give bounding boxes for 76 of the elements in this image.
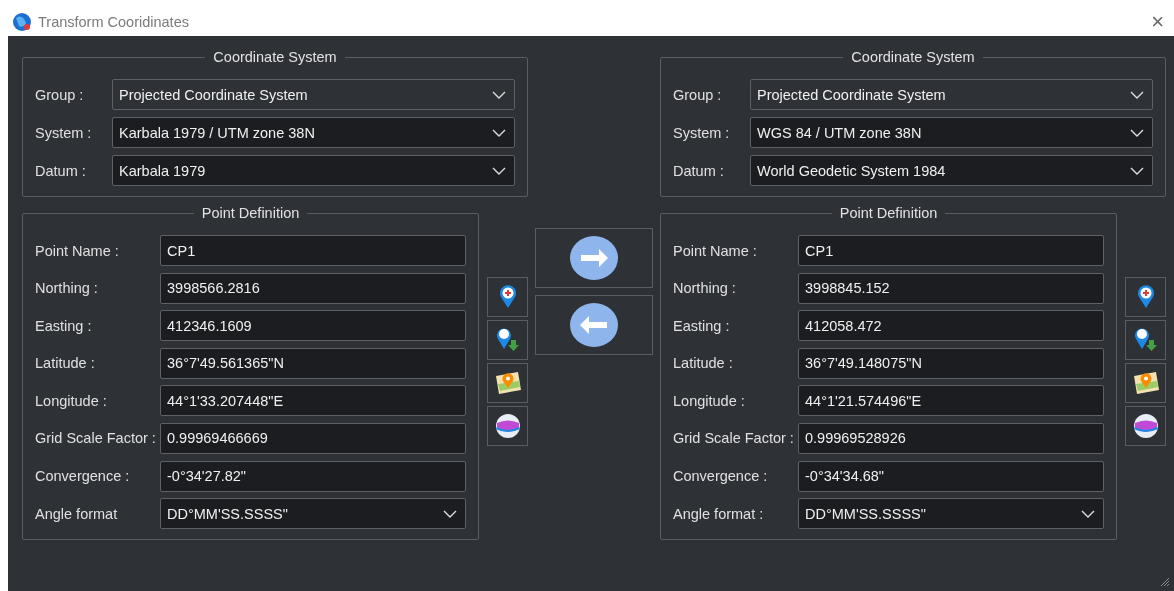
pin-plus-icon [498,285,517,309]
globe-button[interactable] [1125,406,1166,446]
field-label: Latitude : [35,355,96,372]
dropdown[interactable]: WGS 84 / UTM zone 38N [750,117,1153,148]
dropdown[interactable]: Karbala 1979 [112,155,515,186]
input-field[interactable]: 412058.472 [798,310,1104,342]
field-label: Group : [673,86,723,103]
field-label: Easting : [673,317,731,334]
map-button[interactable] [1125,363,1166,403]
field-label: Angle format : [673,505,765,522]
field-label: Group : [35,86,85,103]
map-pin-icon [493,370,522,396]
field-label: Convergence : [673,468,769,485]
input-field[interactable]: CP1 [798,235,1104,266]
dropdown[interactable]: World Geodetic System 1984 [750,155,1153,186]
field-label: Longitude : [35,392,108,409]
import-point-button[interactable] [487,320,528,360]
resize-grip-icon[interactable] [1160,577,1170,587]
dropdown[interactable]: DD°MM'SS.SSSS" [798,498,1104,530]
field-label: Northing : [35,280,99,297]
chevron-down-icon [1130,166,1144,175]
dropdown[interactable]: Karbala 1979 / UTM zone 38N [112,117,515,148]
field-label: Convergence : [35,468,131,485]
field-label: System : [673,124,731,141]
transform-left-button[interactable] [535,295,653,355]
field-label: Grid Scale Factor : [35,430,157,447]
group-title: Point Definition [838,205,939,221]
globe-button[interactable] [487,406,528,446]
globe-app-icon [12,12,32,32]
input-field[interactable]: -0°34'27.82" [160,460,466,492]
chevron-down-icon [1081,509,1095,518]
input-field[interactable]: CP1 [160,235,466,266]
group-title: Coordinate System [850,49,976,65]
field-label: Datum : [35,162,87,179]
pin-download-icon [495,327,520,353]
globe-icon [494,413,521,439]
pin-download-icon [1133,327,1158,353]
input-field[interactable]: 36°7'49.148075"N [798,347,1104,379]
add-point-button[interactable] [487,277,528,317]
add-point-button[interactable] [1125,277,1166,317]
import-point-button[interactable] [1125,320,1166,360]
input-field[interactable]: 412346.1609 [160,310,466,342]
chevron-down-icon [1130,90,1144,99]
field-label: Angle format [35,505,119,522]
window-title: Transform Cooridinates [38,14,190,30]
chevron-down-icon [443,509,457,518]
field-label: Datum : [673,162,725,179]
dropdown[interactable]: DD°MM'SS.SSSS" [160,498,466,530]
input-field[interactable]: -0°34'34.68" [798,460,1104,492]
field-label: Latitude : [673,355,734,372]
group-title: Point Definition [200,205,301,221]
field-label: System : [35,124,93,141]
globe-icon [1132,413,1159,439]
close-button[interactable]: × [1145,11,1170,33]
field-label: Easting : [35,317,93,334]
group-title: Coordinate System [212,49,338,65]
input-field[interactable]: 44°1'21.574496"E [798,385,1104,417]
field-label: Point Name : [35,242,120,259]
input-field[interactable]: 44°1'33.207448"E [160,385,466,417]
input-field[interactable]: 3998566.2816 [160,272,466,304]
chevron-down-icon [1130,128,1144,137]
field-label: Grid Scale Factor : [673,430,795,447]
field-label: Point Name : [673,242,758,259]
input-field[interactable]: 0.99969466669 [160,422,466,454]
field-label: Northing : [673,280,737,297]
chevron-down-icon [492,128,506,137]
input-field[interactable]: 3998845.152 [798,272,1104,304]
field-label: Longitude : [673,392,746,409]
chevron-down-icon [492,166,506,175]
map-pin-icon [1131,370,1160,396]
map-button[interactable] [487,363,528,403]
input-field[interactable]: 36°7'49.561365"N [160,347,466,379]
pin-plus-icon [1136,285,1155,309]
transform-right-button[interactable] [535,228,653,288]
chevron-down-icon [492,90,506,99]
input-field[interactable]: 0.99969528926 [798,422,1104,454]
